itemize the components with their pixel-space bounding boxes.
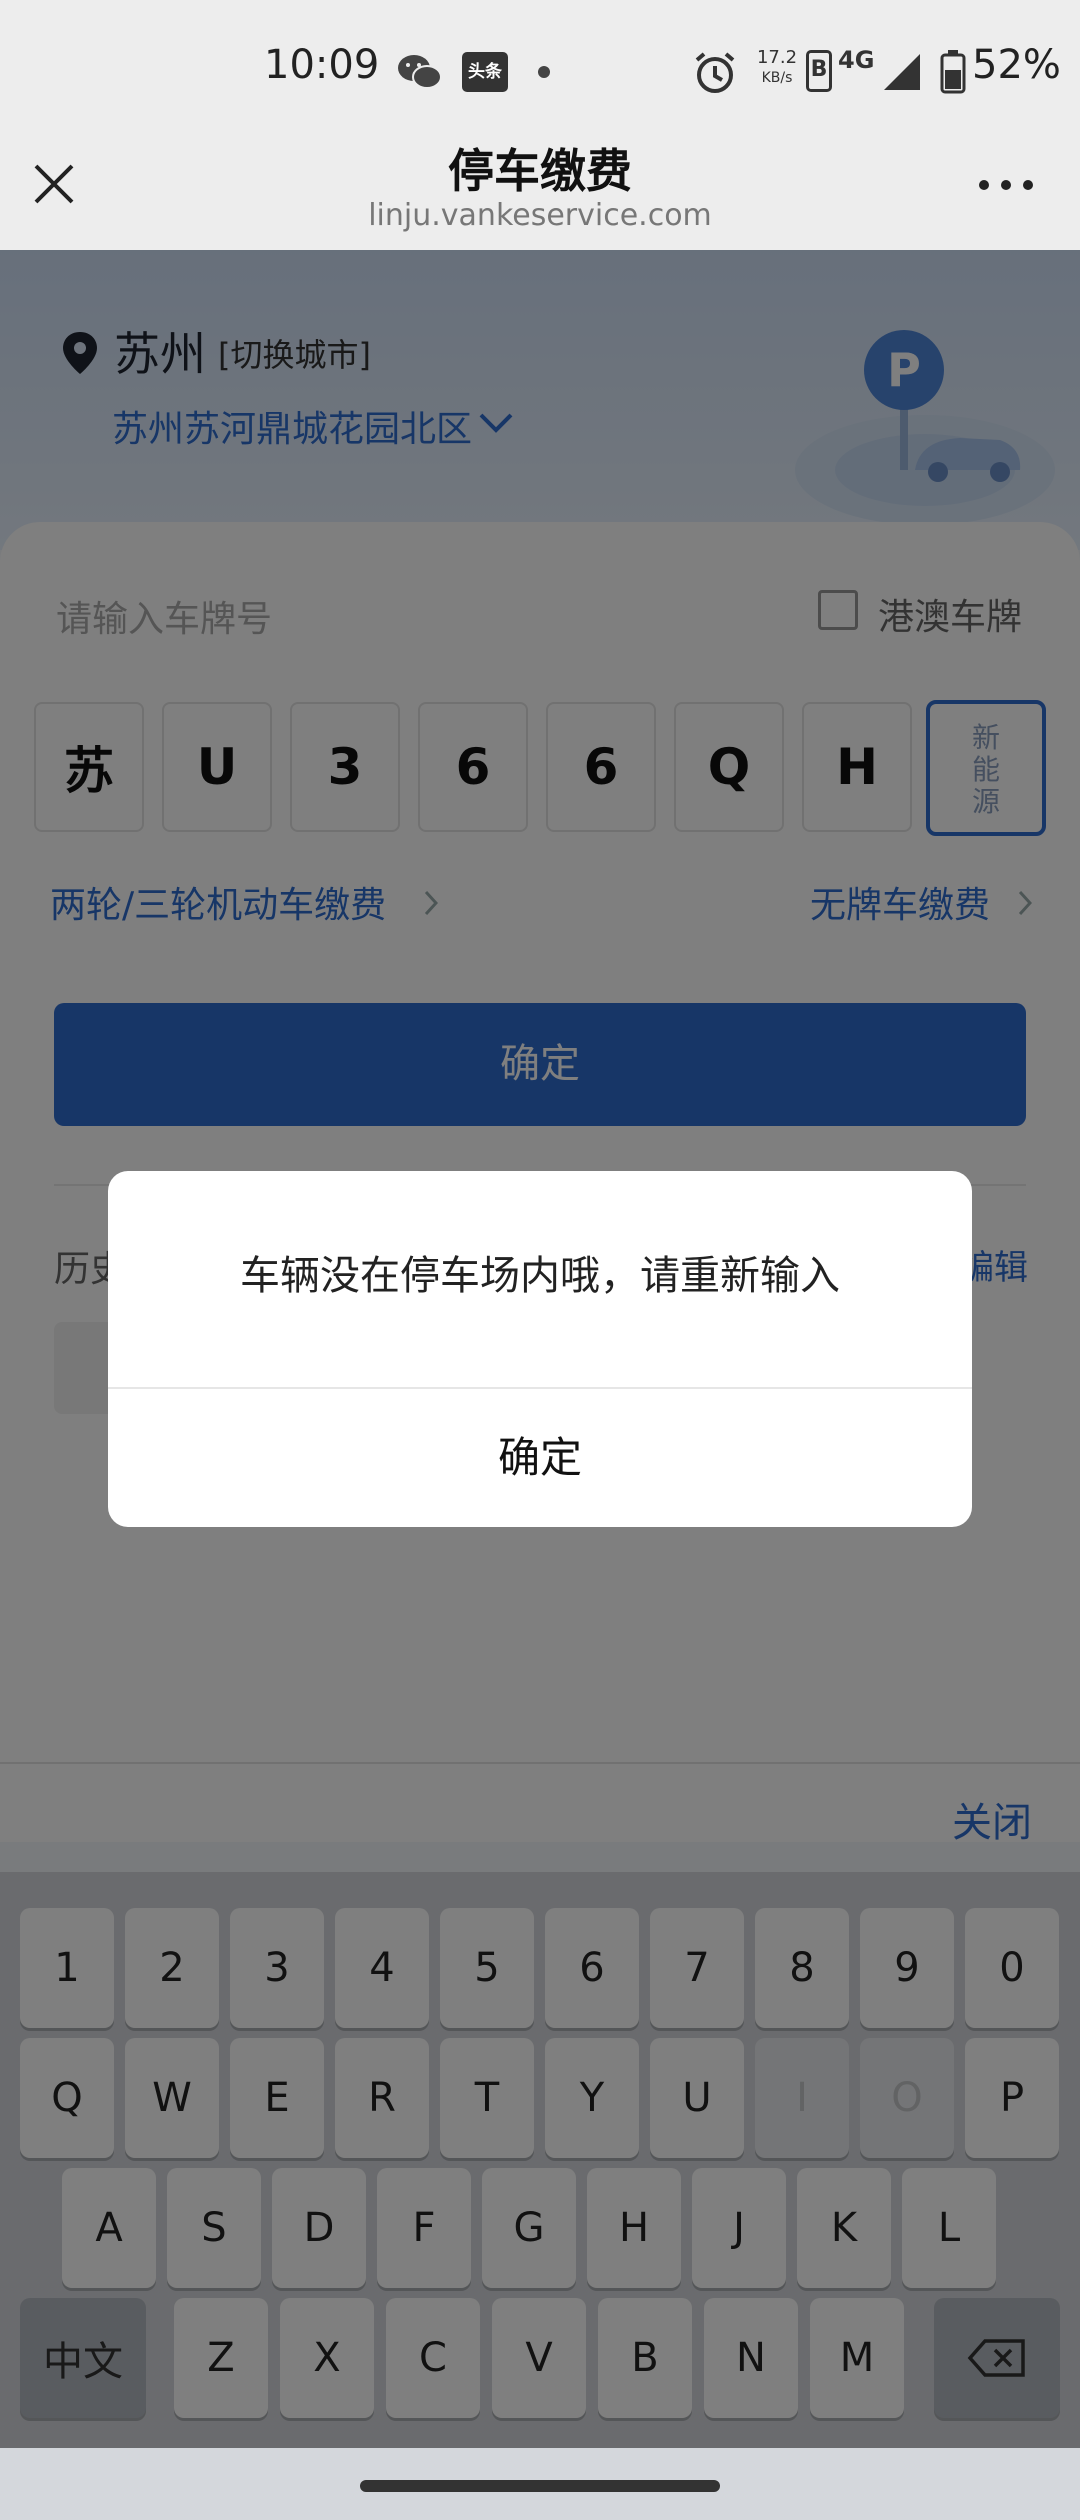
alert-dialog: 车辆没在停车场内哦，请重新输入 确定	[108, 1171, 972, 1527]
signal-icon	[884, 54, 920, 90]
page-url: linju.vankeservice.com	[368, 198, 712, 233]
network-speed-value: 17.2	[756, 47, 798, 68]
home-indicator[interactable]	[360, 2480, 720, 2492]
status-time: 10:09	[264, 42, 380, 88]
battery-percent: 52%	[972, 42, 1061, 88]
network-type: 4G	[838, 46, 875, 74]
toutiao-icon: 头条	[462, 52, 508, 92]
network-speed-unit: KB/s	[761, 70, 793, 86]
b-badge-icon: B	[806, 50, 832, 92]
alarm-icon	[695, 52, 735, 93]
page-title: 停车缴费	[448, 144, 632, 198]
notification-dot-icon	[538, 66, 550, 78]
dialog-message: 车辆没在停车场内哦，请重新输入	[240, 1253, 840, 1299]
dialog-ok-button[interactable]: 确定	[108, 1389, 972, 1527]
more-icon[interactable]	[976, 178, 1036, 192]
wechat-icon	[398, 55, 442, 89]
battery-icon	[940, 50, 966, 94]
network-speed: 17.2 KB/s	[752, 48, 802, 88]
